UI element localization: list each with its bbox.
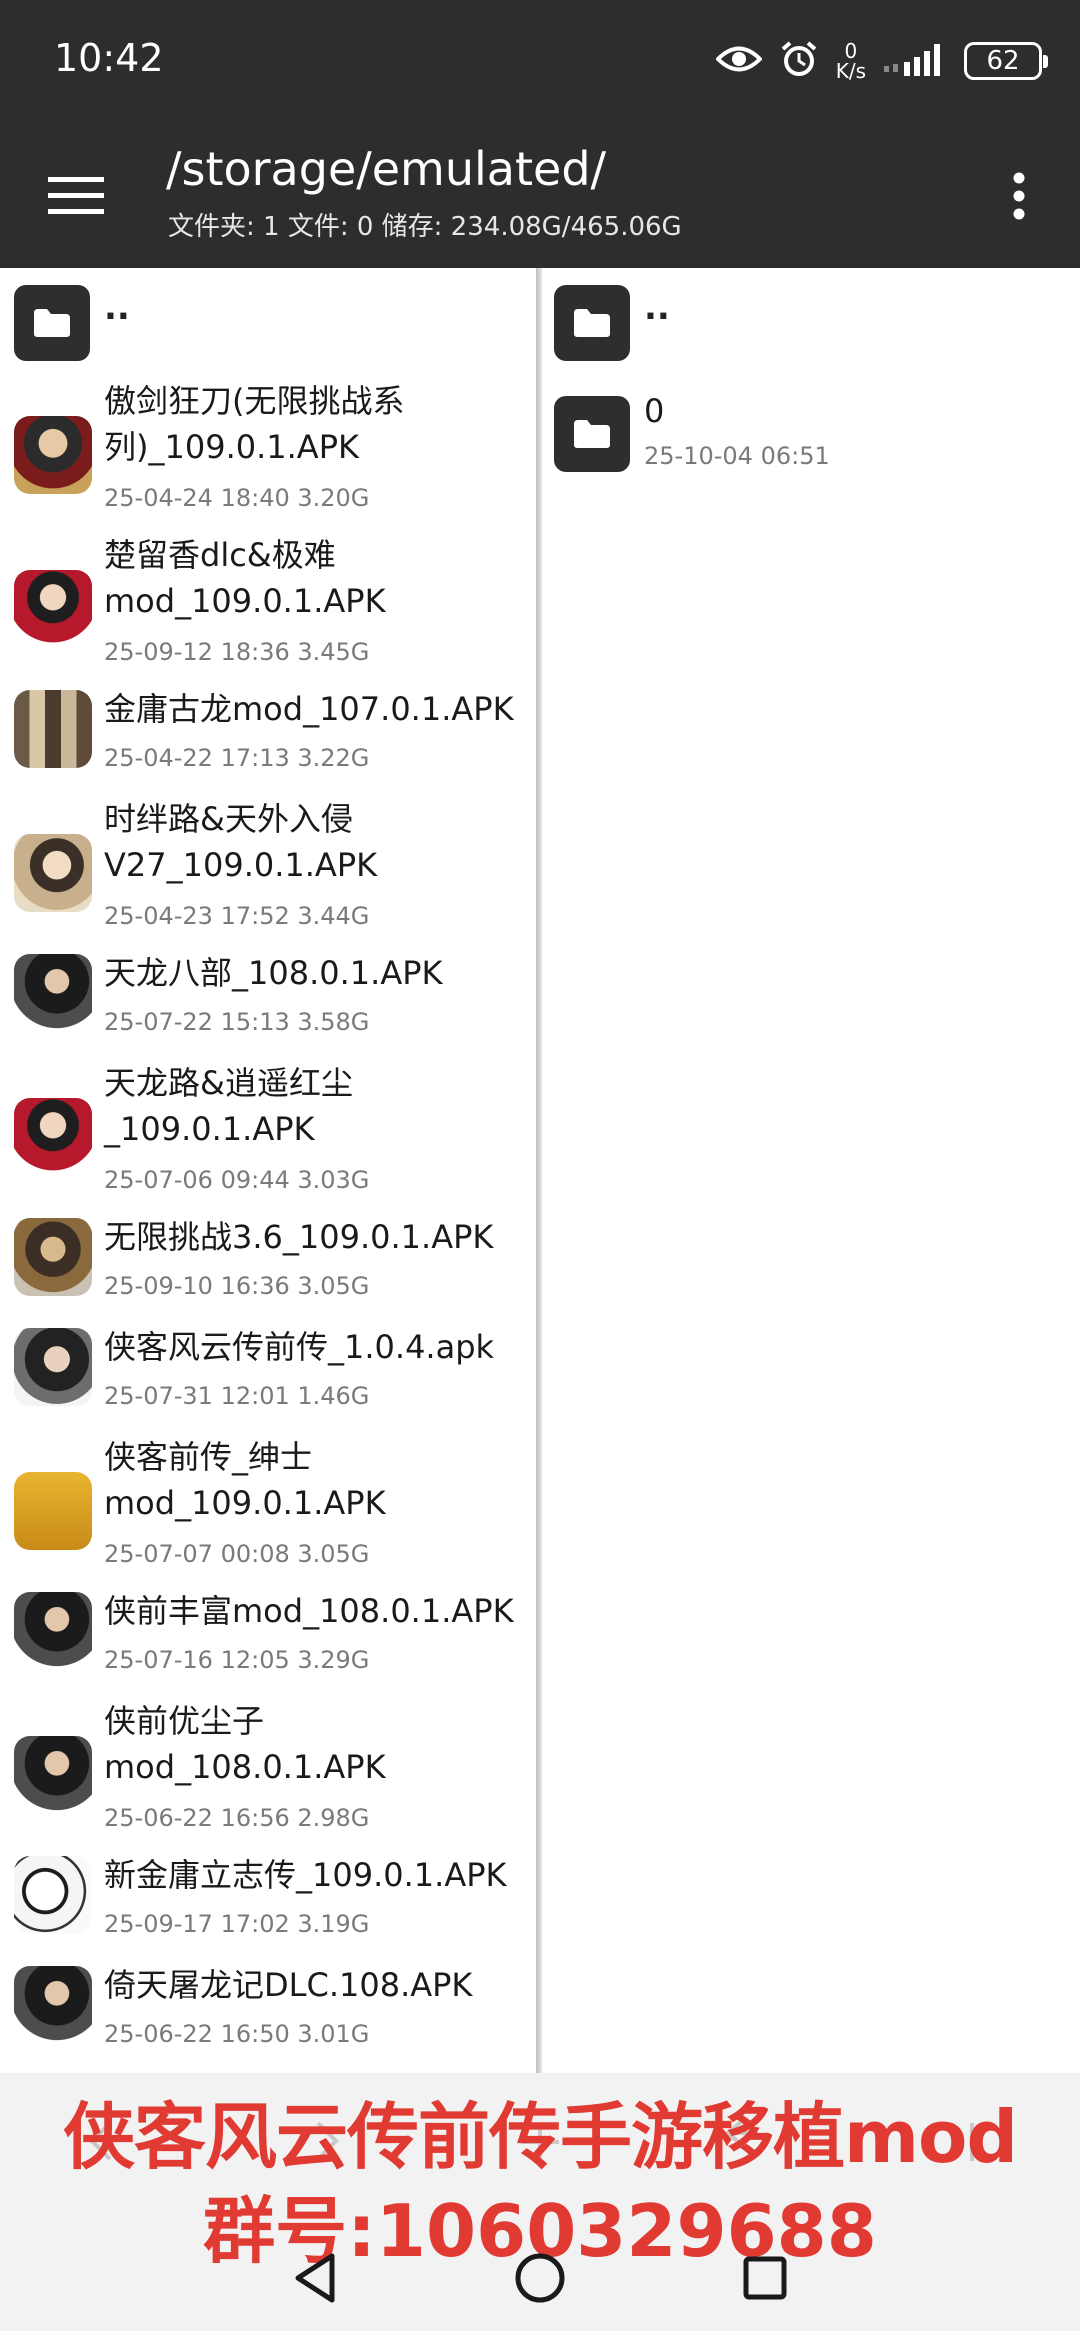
file-meta: 25-07-16 12:05 3.29G xyxy=(104,1646,370,1674)
file-meta: 25-04-22 17:13 3.22G xyxy=(104,744,370,772)
folder-icon xyxy=(554,285,630,361)
nav-back-button[interactable] xyxy=(270,2238,360,2318)
parent-directory-label: .. xyxy=(644,288,670,328)
file-row[interactable]: 侠前丰富mod_108.0.1.APK 25-07-16 12:05 3.29G xyxy=(0,1588,536,1694)
file-name: 楚留香dlc&极难mod_109.0.1.APK xyxy=(104,536,386,620)
file-row[interactable]: 时绊路&天外入侵V27_109.0.1.APK 25-04-23 17:52 3… xyxy=(0,796,536,946)
apk-thumbnail xyxy=(14,570,92,648)
file-name: 金庸古龙mod_107.0.1.APK xyxy=(104,690,514,728)
circle-home-icon xyxy=(515,2253,565,2303)
file-meta: 25-09-10 16:36 3.05G xyxy=(104,1272,370,1300)
watermark-banner-line1: 侠客风云传前传手游移植mod xyxy=(62,2095,1018,2179)
apk-thumbnail xyxy=(14,1218,92,1296)
file-meta: 25-04-24 18:40 3.20G xyxy=(104,484,370,512)
folder-icon xyxy=(554,396,630,472)
network-speed-unit: K/s xyxy=(835,59,866,83)
file-row[interactable]: 新金庸立志传_109.0.1.APK 25-09-17 17:02 3.19G xyxy=(0,1852,536,1958)
status-bar: 10:42 0 K/s 62 xyxy=(0,0,1080,120)
hamburger-icon xyxy=(48,177,104,214)
nav-recents-button[interactable] xyxy=(720,2238,810,2318)
file-name: 侠客前传_绅士mod_109.0.1.APK xyxy=(104,1438,386,1522)
file-meta: 25-06-22 16:50 3.01G xyxy=(104,2020,370,2048)
file-meta: 25-07-31 12:01 1.46G xyxy=(104,1382,370,1410)
folder-icon xyxy=(14,285,90,361)
apk-thumbnail xyxy=(14,1856,92,1934)
network-speed-value: 0 xyxy=(844,39,858,63)
right-file-pane[interactable]: .. 0 25-10-04 06:51 xyxy=(542,268,1080,2073)
signal-icon xyxy=(884,42,946,80)
square-recents-icon xyxy=(743,2256,787,2300)
file-name: 无限挑战3.6_109.0.1.APK xyxy=(104,1218,494,1256)
apk-thumbnail xyxy=(14,690,92,768)
file-row[interactable]: 天龙路&逍遥红尘_109.0.1.APK 25-07-06 09:44 3.03… xyxy=(0,1060,536,1210)
apk-thumbnail xyxy=(14,954,92,1032)
file-name: 侠客风云传前传_1.0.4.apk xyxy=(104,1328,495,1366)
file-meta: 25-06-22 16:56 2.98G xyxy=(104,1804,370,1832)
file-name: 新金庸立志传_109.0.1.APK xyxy=(104,1856,507,1894)
apk-thumbnail xyxy=(14,834,92,912)
triangle-back-icon xyxy=(295,2253,335,2303)
file-name: 倚天屠龙记DLC.108.APK xyxy=(104,1966,473,2004)
nav-home-button[interactable] xyxy=(495,2238,585,2318)
apk-thumbnail xyxy=(14,1736,92,1814)
menu-button[interactable] xyxy=(40,160,112,232)
parent-directory-row[interactable]: .. xyxy=(0,268,536,366)
file-row[interactable]: 金庸古龙mod_107.0.1.APK 25-04-22 17:13 3.22G xyxy=(0,686,536,792)
battery-icon: 62 xyxy=(964,42,1048,80)
file-row[interactable]: 侠客风云传前传_1.0.4.apk 25-07-31 12:01 1.46G xyxy=(0,1324,536,1430)
apk-thumbnail xyxy=(14,1472,92,1550)
battery-level: 62 xyxy=(986,46,1020,76)
parent-directory-label: .. xyxy=(104,288,130,328)
storage-summary: 文件夹: 1 文件: 0 储存: 234.08G/465.06G xyxy=(168,212,682,242)
file-meta: 25-07-07 00:08 3.05G xyxy=(104,1540,370,1568)
folder-meta: 25-10-04 06:51 xyxy=(644,442,830,470)
file-meta: 25-09-12 18:36 3.45G xyxy=(104,638,370,666)
file-row[interactable]: 天龙八部_108.0.1.APK 25-07-22 15:13 3.58G xyxy=(0,950,536,1056)
file-name: 天龙八部_108.0.1.APK xyxy=(104,954,443,992)
left-file-pane[interactable]: .. 傲剑狂刀(无限挑战系列)_109.0.1.APK 25-04-24 18:… xyxy=(0,268,536,2073)
status-icons: 0 K/s 62 xyxy=(714,38,1048,84)
folder-row[interactable]: 0 25-10-04 06:51 xyxy=(542,388,1080,488)
apk-thumbnail xyxy=(14,1966,92,2044)
file-name: 时绊路&天外入侵V27_109.0.1.APK xyxy=(104,800,378,884)
app-toolbar: /storage/emulated/ 文件夹: 1 文件: 0 储存: 234.… xyxy=(0,120,1080,268)
file-name: 侠前丰富mod_108.0.1.APK xyxy=(104,1592,514,1630)
more-vert-icon xyxy=(1013,172,1025,220)
status-time: 10:42 xyxy=(54,36,164,80)
alarm-icon xyxy=(780,40,818,82)
file-row[interactable]: 楚留香dlc&极难mod_109.0.1.APK 25-09-12 18:36 … xyxy=(0,532,536,682)
network-speed: 0 K/s xyxy=(836,41,866,81)
file-meta: 25-09-17 17:02 3.19G xyxy=(104,1910,370,1938)
file-meta: 25-07-06 09:44 3.03G xyxy=(104,1166,370,1194)
parent-directory-row[interactable]: .. xyxy=(542,268,1080,366)
eye-icon xyxy=(714,44,763,78)
apk-thumbnail xyxy=(14,1328,92,1406)
current-path: /storage/emulated/ xyxy=(166,142,607,196)
file-meta: 25-07-22 15:13 3.58G xyxy=(104,1008,370,1036)
file-name: 侠前优尘子mod_108.0.1.APK xyxy=(104,1702,386,1786)
file-row[interactable]: 侠客前传_绅士mod_109.0.1.APK 25-07-07 00:08 3.… xyxy=(0,1434,536,1584)
file-name: 傲剑狂刀(无限挑战系列)_109.0.1.APK xyxy=(104,382,405,466)
apk-thumbnail xyxy=(14,416,92,494)
file-row[interactable]: 傲剑狂刀(无限挑战系列)_109.0.1.APK 25-04-24 18:40 … xyxy=(0,378,536,528)
folder-name: 0 xyxy=(644,392,665,430)
file-row[interactable]: 倚天屠龙记DLC.108.APK 25-06-22 16:50 3.01G xyxy=(0,1962,536,2068)
file-meta: 25-04-23 17:52 3.44G xyxy=(104,902,370,930)
apk-thumbnail xyxy=(14,1098,92,1176)
file-row[interactable]: 无限挑战3.6_109.0.1.APK 25-09-10 16:36 3.05G xyxy=(0,1214,536,1320)
file-row[interactable]: 侠前优尘子mod_108.0.1.APK 25-06-22 16:56 2.98… xyxy=(0,1698,536,1848)
apk-thumbnail xyxy=(14,1592,92,1670)
file-name: 天龙路&逍遥红尘_109.0.1.APK xyxy=(104,1064,353,1148)
more-options-button[interactable] xyxy=(984,158,1054,234)
